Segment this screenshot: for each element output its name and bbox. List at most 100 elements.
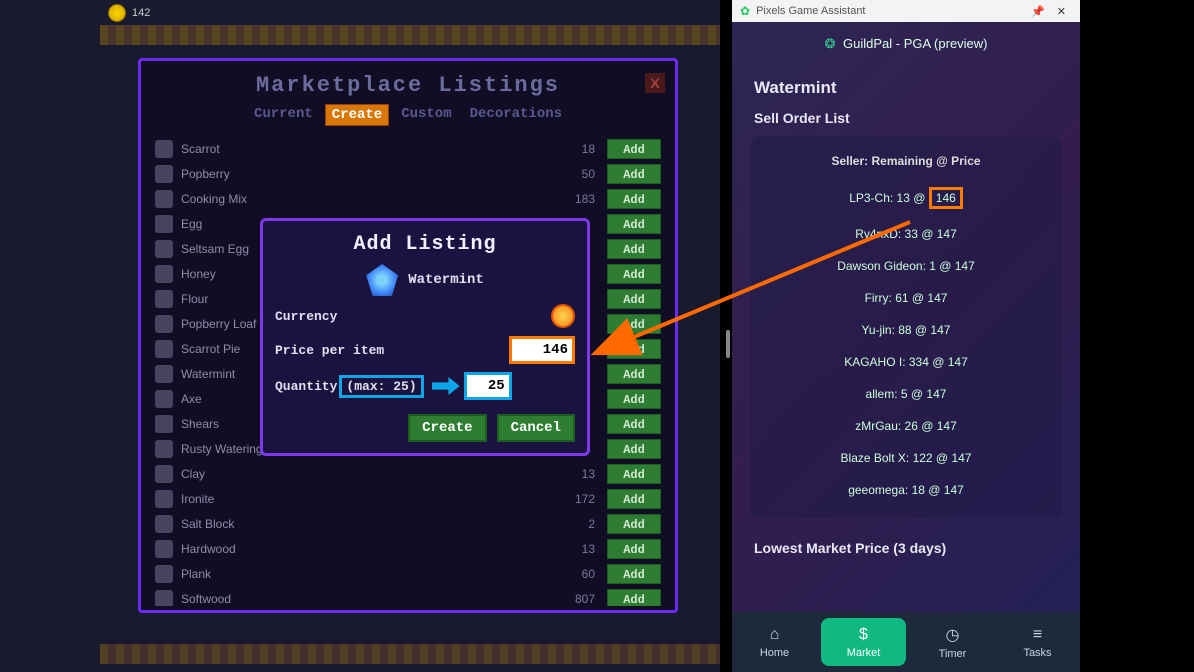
item-name: Ironite — [181, 492, 545, 506]
sell-order-header: Seller: Remaining @ Price — [762, 148, 1050, 178]
add-button[interactable]: Add — [607, 189, 661, 209]
item-icon — [155, 490, 173, 508]
add-button[interactable]: Add — [607, 589, 661, 607]
close-icon[interactable]: ✕ — [1051, 5, 1072, 18]
decor-strip — [100, 644, 720, 664]
lowest-price-label: Lowest Market Price (3 days) — [732, 528, 1080, 562]
item-icon — [155, 140, 173, 158]
marketplace-tabs: Current Create Custom Decorations — [151, 104, 665, 126]
marketplace-title: Marketplace Listings — [151, 73, 665, 98]
pin-icon[interactable]: 📌 — [1025, 5, 1051, 18]
market-icon: $ — [859, 626, 868, 644]
item-icon — [155, 290, 173, 308]
home-icon: ⌂ — [770, 626, 780, 644]
list-item: Plank60 Add — [151, 561, 665, 586]
add-button[interactable]: Add — [607, 339, 661, 359]
tab-decorations[interactable]: Decorations — [464, 104, 568, 126]
item-icon — [155, 265, 173, 283]
hud: 142 — [108, 4, 150, 22]
item-name: Hardwood — [181, 542, 545, 556]
tasks-icon: ≡ — [1033, 626, 1042, 644]
order-row: LP3-Ch: 13 @ 146 — [762, 178, 1050, 218]
tab-current[interactable]: Current — [248, 104, 319, 126]
item-name: Scarrot — [181, 142, 545, 156]
coin-icon — [108, 4, 126, 22]
item-name: Cooking Mix — [181, 192, 545, 206]
item-icon — [155, 415, 173, 433]
cancel-button[interactable]: Cancel — [497, 414, 575, 442]
order-row: Firry: 61 @ 147 — [762, 282, 1050, 314]
quantity-label: Quantity — [275, 379, 337, 394]
add-button[interactable]: Add — [607, 214, 661, 234]
resize-handle[interactable] — [726, 330, 730, 358]
arrow-right-icon — [432, 377, 460, 395]
listing-item-name: Watermint — [408, 272, 484, 288]
add-button[interactable]: Add — [607, 439, 661, 459]
game-viewport: 142 Marketplace Listings X Current Create… — [0, 0, 720, 672]
item-qty: 13 — [545, 467, 595, 481]
item-qty: 60 — [545, 567, 595, 581]
list-item: Scarrot18Add — [151, 136, 665, 161]
add-button[interactable]: Add — [607, 539, 661, 559]
nav-market[interactable]: $Market — [821, 618, 906, 666]
list-item: Ironite172Add — [151, 486, 665, 511]
item-icon — [155, 365, 173, 383]
add-button[interactable]: Add — [607, 564, 661, 584]
tab-custom[interactable]: Custom — [395, 104, 457, 126]
sell-order-section: Seller: Remaining @ Price LP3-Ch: 13 @ 1… — [750, 136, 1062, 518]
create-button[interactable]: Create — [408, 414, 486, 442]
assistant-brand: ❂ GuildPal - PGA (preview) — [732, 22, 1080, 62]
assistant-body: ❂ GuildPal - PGA (preview) Watermint Sel… — [732, 22, 1080, 612]
add-button[interactable]: Add — [607, 314, 661, 334]
close-button[interactable]: X — [645, 73, 665, 93]
assistant-panel: ✿ Pixels Game Assistant 📌 ✕ ❂ GuildPal -… — [732, 0, 1080, 672]
item-icon — [155, 340, 173, 358]
add-button[interactable]: Add — [607, 264, 661, 284]
item-icon — [155, 165, 173, 183]
item-icon — [155, 565, 173, 583]
max-quantity-label: (max: 25) — [339, 375, 423, 398]
list-item: Clay13 Add — [151, 461, 665, 486]
add-button[interactable]: Add — [607, 514, 661, 534]
quantity-input[interactable] — [467, 375, 509, 397]
order-row: Blaze Bolt X: 122 @ 147 — [762, 442, 1050, 474]
item-name: Plank — [181, 567, 545, 581]
add-button[interactable]: Add — [607, 139, 661, 159]
item-qty: 13 — [545, 542, 595, 556]
assistant-item-name: Watermint — [732, 62, 1080, 110]
decor-strip — [100, 25, 720, 45]
item-qty: 50 — [545, 167, 595, 181]
item-name: Softwood — [181, 592, 545, 606]
sell-order-title: Sell Order List — [732, 110, 1080, 126]
add-button[interactable]: Add — [607, 364, 661, 384]
order-row: geeomega: 18 @ 147 — [762, 474, 1050, 506]
nav-home[interactable]: ⌂Home — [732, 612, 817, 672]
list-item: Hardwood13 Add — [151, 536, 665, 561]
hud-value: 142 — [132, 7, 150, 19]
tab-create[interactable]: Create — [325, 104, 389, 126]
currency-label: Currency — [275, 309, 551, 324]
nav-tasks[interactable]: ≡Tasks — [995, 612, 1080, 672]
add-button[interactable]: Add — [607, 164, 661, 184]
nav-timer[interactable]: ◷Timer — [910, 612, 995, 672]
price-input[interactable] — [512, 339, 572, 361]
item-icon — [155, 215, 173, 233]
item-name: Clay — [181, 467, 545, 481]
add-button[interactable]: Add — [607, 464, 661, 484]
price-label: Price per item — [275, 343, 503, 358]
assistant-window-title: Pixels Game Assistant — [756, 5, 1025, 17]
item-icon — [155, 540, 173, 558]
item-qty: 183 — [545, 192, 595, 206]
assistant-nav: ⌂Home$Market◷Timer≡Tasks — [732, 612, 1080, 672]
add-button[interactable]: Add — [607, 389, 661, 409]
item-icon — [155, 590, 173, 607]
item-icon — [155, 515, 173, 533]
add-button[interactable]: Add — [607, 239, 661, 259]
sell-order-list: LP3-Ch: 13 @ 146Ry4nxD: 33 @ 147Dawson G… — [762, 178, 1050, 506]
add-button[interactable]: Add — [607, 489, 661, 509]
item-name: Popberry — [181, 167, 545, 181]
item-name: Salt Block — [181, 517, 545, 531]
add-button[interactable]: Add — [607, 414, 661, 434]
add-listing-modal: Add Listing Watermint Currency Price per… — [260, 218, 590, 456]
add-button[interactable]: Add — [607, 289, 661, 309]
